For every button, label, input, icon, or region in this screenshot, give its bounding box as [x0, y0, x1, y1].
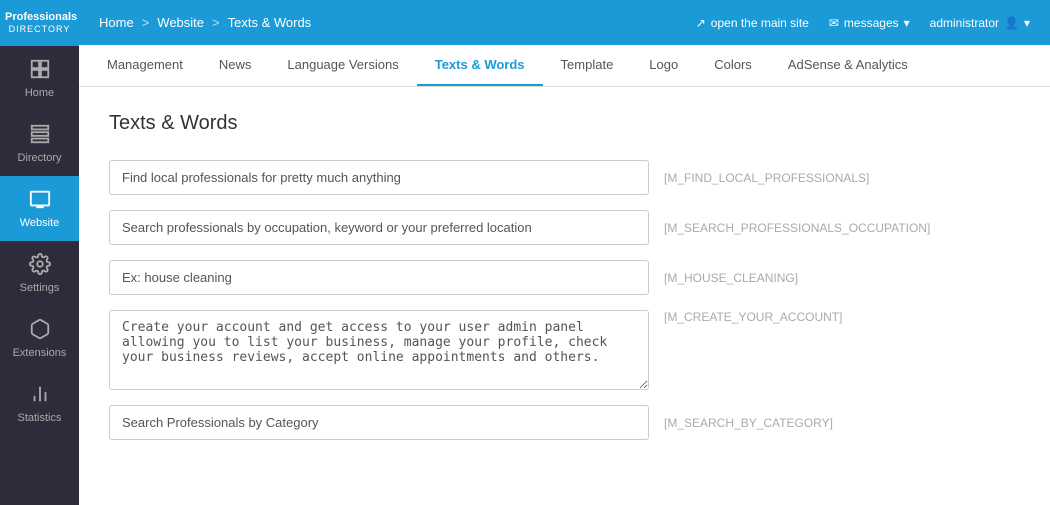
- admin-chevron-icon: ▾: [1024, 16, 1030, 30]
- sidebar-item-website[interactable]: Website: [0, 176, 79, 241]
- field-tag-3: [M_HOUSE_CLEANING]: [664, 271, 798, 285]
- field-row-3: [M_HOUSE_CLEANING]: [109, 260, 1020, 295]
- field-search-professionals[interactable]: [109, 210, 649, 245]
- settings-icon: [29, 253, 51, 278]
- sidebar-extensions-label: Extensions: [13, 347, 67, 359]
- field-row-5: [M_SEARCH_BY_CATEGORY]: [109, 405, 1020, 440]
- sidebar-settings-label: Settings: [20, 282, 60, 294]
- tab-language-versions[interactable]: Language Versions: [269, 45, 416, 86]
- field-search-by-category[interactable]: [109, 405, 649, 440]
- page-title: Texts & Words: [109, 112, 1020, 135]
- breadcrumb-home[interactable]: Home: [99, 15, 134, 30]
- breadcrumb: Home > Website > Texts & Words: [99, 15, 688, 30]
- sidebar-statistics-label: Statistics: [17, 412, 61, 424]
- tab-news-label: News: [219, 57, 252, 72]
- field-tag-5: [M_SEARCH_BY_CATEGORY]: [664, 416, 833, 430]
- tab-adsense-label: AdSense & Analytics: [788, 57, 908, 72]
- field-find-professionals[interactable]: [109, 160, 649, 195]
- external-link-icon: ↗: [696, 16, 706, 30]
- sidebar-item-settings[interactable]: Settings: [0, 241, 79, 306]
- messages-link[interactable]: ✉ messages ▾: [829, 16, 910, 30]
- tab-management-label: Management: [107, 57, 183, 72]
- tab-logo-label: Logo: [649, 57, 678, 72]
- sidebar: Professionals DIRECTORY Home Directory W…: [0, 0, 79, 505]
- field-row-4: Create your account and get access to yo…: [109, 310, 1020, 390]
- field-tag-2: [M_SEARCH_PROFESSIONALS_OCCUPATION]: [664, 221, 930, 235]
- admin-icon: 👤: [1004, 16, 1019, 30]
- breadcrumb-website[interactable]: Website: [157, 15, 204, 30]
- website-icon: [29, 188, 51, 213]
- tab-colors-label: Colors: [714, 57, 752, 72]
- open-site-label: open the main site: [711, 16, 809, 30]
- statistics-icon: [29, 383, 51, 408]
- tabs-bar: Management News Language Versions Texts …: [79, 45, 1050, 87]
- content-area: Management News Language Versions Texts …: [79, 45, 1050, 505]
- messages-label: messages: [844, 16, 899, 30]
- breadcrumb-current: Texts & Words: [228, 15, 312, 30]
- tab-logo[interactable]: Logo: [631, 45, 696, 86]
- sidebar-item-extensions[interactable]: Extensions: [0, 306, 79, 371]
- field-create-account[interactable]: Create your account and get access to yo…: [109, 310, 649, 390]
- tab-texts-label: Texts & Words: [435, 57, 525, 72]
- open-main-site-link[interactable]: ↗ open the main site: [696, 16, 809, 30]
- home-icon: [29, 58, 51, 83]
- brand-name: Professionals: [5, 10, 74, 24]
- tab-news[interactable]: News: [201, 45, 270, 86]
- tab-language-label: Language Versions: [287, 57, 398, 72]
- field-tag-1: [M_FIND_LOCAL_PROFESSIONALS]: [664, 171, 869, 185]
- admin-label: administrator: [930, 16, 999, 30]
- admin-link[interactable]: administrator 👤 ▾: [930, 16, 1030, 30]
- directory-icon: [29, 123, 51, 148]
- main-area: Home > Website > Texts & Words ↗ open th…: [79, 0, 1050, 505]
- sidebar-item-statistics[interactable]: Statistics: [0, 371, 79, 436]
- sidebar-home-label: Home: [25, 87, 54, 99]
- tab-template[interactable]: Template: [543, 45, 632, 86]
- extensions-icon: [29, 318, 51, 343]
- tab-template-label: Template: [561, 57, 614, 72]
- topbar: Home > Website > Texts & Words ↗ open th…: [79, 0, 1050, 45]
- mail-icon: ✉: [829, 16, 839, 30]
- brand-sub: DIRECTORY: [5, 24, 74, 36]
- sidebar-website-label: Website: [20, 217, 60, 229]
- sidebar-item-home[interactable]: Home: [0, 46, 79, 111]
- breadcrumb-sep2: >: [212, 15, 220, 30]
- chevron-down-icon: ▾: [904, 16, 910, 30]
- tab-management[interactable]: Management: [89, 45, 201, 86]
- page-content: Texts & Words [M_FIND_LOCAL_PROFESSIONAL…: [79, 87, 1050, 505]
- field-tag-4: [M_CREATE_YOUR_ACCOUNT]: [664, 310, 842, 324]
- sidebar-logo: Professionals DIRECTORY: [0, 0, 79, 46]
- topbar-right: ↗ open the main site ✉ messages ▾ admini…: [696, 16, 1030, 30]
- tab-adsense[interactable]: AdSense & Analytics: [770, 45, 926, 86]
- field-row-2: [M_SEARCH_PROFESSIONALS_OCCUPATION]: [109, 210, 1020, 245]
- tab-colors[interactable]: Colors: [696, 45, 770, 86]
- breadcrumb-sep1: >: [142, 15, 150, 30]
- sidebar-item-directory[interactable]: Directory: [0, 111, 79, 176]
- field-row-1: [M_FIND_LOCAL_PROFESSIONALS]: [109, 160, 1020, 195]
- sidebar-directory-label: Directory: [17, 152, 61, 164]
- field-house-cleaning[interactable]: [109, 260, 649, 295]
- tab-texts-words[interactable]: Texts & Words: [417, 45, 543, 86]
